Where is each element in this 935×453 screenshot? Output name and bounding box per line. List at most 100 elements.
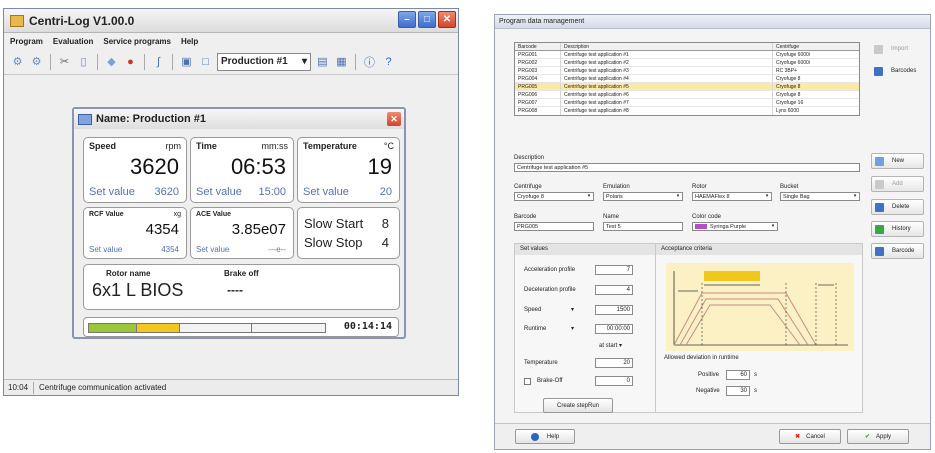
- rotor-label: Rotor name: [106, 269, 151, 278]
- brake-value: ----: [227, 283, 243, 297]
- speed-set-label: Set value: [89, 186, 135, 198]
- centrifuge-icon[interactable]: ⚙: [10, 54, 25, 69]
- maximize-button[interactable]: □: [418, 11, 436, 28]
- table-header: Barcode Description Centrifuge: [515, 43, 859, 51]
- help-icon[interactable]: ?: [381, 54, 396, 69]
- info-icon[interactable]: ⓘ: [362, 54, 377, 69]
- centrifuge-select[interactable]: Cryofuge 8 ▾: [514, 192, 594, 201]
- history-label: History: [892, 226, 911, 232]
- tools-icon[interactable]: ✂: [57, 54, 72, 69]
- negative-unit: s: [754, 388, 757, 394]
- cell: Cryofuge 6000i: [776, 60, 810, 66]
- rotor-panel: Rotor name 6x1 L BIOS Brake off ----: [83, 264, 400, 310]
- rotor-label: Rotor: [692, 184, 707, 190]
- cell: PRG004: [515, 75, 561, 82]
- minimize-button[interactable]: –: [398, 11, 416, 28]
- cell: Cryofuge 8: [776, 76, 801, 82]
- color-code-select[interactable]: Syringa Purple ▾: [692, 222, 778, 231]
- cell: Cryofuge 8: [776, 84, 801, 90]
- production-dialog: Name: Production #1 ✕ Speed rpm 3620 Set …: [72, 107, 406, 339]
- barcode-button[interactable]: Barcode: [871, 243, 924, 259]
- production-select[interactable]: Production #1 ▾: [217, 52, 311, 71]
- rotor-select[interactable]: HAEMAFlex 8 ▾: [692, 192, 772, 201]
- positive-field[interactable]: 60: [726, 370, 750, 380]
- create-steprun-button[interactable]: Create stepRun: [543, 398, 613, 413]
- edit-icon[interactable]: ▤: [315, 54, 330, 69]
- start-icon[interactable]: ◆: [104, 54, 119, 69]
- history-icon: [875, 224, 884, 234]
- table-row[interactable]: PRG003 Centrifuge test application #3 RC 3…: [515, 67, 859, 75]
- display-icon[interactable]: □: [198, 54, 213, 69]
- history-button[interactable]: History: [871, 221, 924, 237]
- centrifuge-multi-icon[interactable]: ⚙: [29, 54, 44, 69]
- menu-program[interactable]: Program: [10, 37, 43, 46]
- chevron-down-icon: ▾: [765, 193, 769, 199]
- curve-icon[interactable]: ∫: [151, 54, 166, 69]
- bucket-select[interactable]: Single Bag ▾: [780, 192, 860, 201]
- cell: PRG008: [515, 107, 561, 115]
- positive-unit: s: [754, 372, 757, 378]
- negative-field[interactable]: 30: [726, 386, 750, 396]
- program-data-window: Program data management Barcode Descript…: [494, 14, 931, 450]
- centrifuge-label: Centrifuge: [514, 184, 542, 190]
- column-header[interactable]: Description: [561, 43, 773, 50]
- run-progress-bar: [88, 323, 326, 333]
- name-field[interactable]: Test 5: [603, 222, 683, 231]
- chevron-down-icon[interactable]: ▾: [571, 325, 574, 332]
- temperature-value: 19: [367, 154, 392, 179]
- status-time: 10:04: [8, 383, 29, 392]
- cell: Cryofuge 6000i: [776, 52, 810, 58]
- speed-label: Speed: [524, 307, 542, 313]
- window-title: Program data management: [495, 15, 930, 29]
- table-row[interactable]: PRG007 Centrifuge test application #7 Cryo…: [515, 99, 859, 107]
- chevron-down-icon: ▾: [771, 223, 775, 229]
- temperature-set-value: 20: [379, 186, 392, 198]
- menu-service-programs[interactable]: Service programs: [103, 37, 171, 46]
- barcode-field[interactable]: PRG005: [514, 222, 594, 231]
- runtime-field[interactable]: 00:00:00: [595, 324, 633, 334]
- table-row[interactable]: PRG006 Centrifuge test application #6 Cryo…: [515, 91, 859, 99]
- table-row[interactable]: PRG002 Centrifuge test application #2 Cryo…: [515, 59, 859, 67]
- column-header[interactable]: Barcode: [515, 43, 561, 50]
- report-icon[interactable]: ▦: [334, 54, 349, 69]
- brake-off-field[interactable]: 0: [595, 376, 633, 386]
- brake-off-checkbox[interactable]: [524, 378, 531, 385]
- menu-evaluation[interactable]: Evaluation: [53, 37, 93, 46]
- description-field[interactable]: Centrifuge test application #5: [514, 163, 860, 172]
- barcode-label: Barcode: [892, 248, 915, 254]
- dialog-close-button[interactable]: ✕: [387, 112, 401, 126]
- deceleration-field[interactable]: 4: [595, 285, 633, 295]
- chevron-down-icon[interactable]: ▾: [571, 306, 574, 313]
- new-button[interactable]: New: [871, 153, 924, 169]
- stop-icon[interactable]: ●: [123, 54, 138, 69]
- clipboard-icon[interactable]: ▯: [76, 54, 91, 69]
- barcodes-label: Barcodes: [891, 68, 917, 74]
- speed-field[interactable]: 1500: [595, 305, 633, 315]
- delete-button[interactable]: Delete: [871, 199, 924, 215]
- centrifuge-value: Cryofuge 8: [517, 194, 544, 200]
- import-button[interactable]: Import: [871, 41, 924, 57]
- temperature-set-label: Set value: [303, 186, 349, 198]
- emulation-select[interactable]: Polaris ▾: [603, 192, 683, 201]
- table-row[interactable]: PRG008 Centrifuge test application #8 Lynx…: [515, 107, 859, 115]
- close-button[interactable]: ✕: [438, 11, 456, 28]
- import-icon: [874, 44, 883, 54]
- menu-help[interactable]: Help: [181, 37, 198, 46]
- barcodes-button[interactable]: Barcodes: [871, 63, 924, 79]
- column-header[interactable]: Centrifuge: [773, 43, 859, 50]
- apply-button[interactable]: ✔ Apply: [847, 429, 909, 444]
- set-values-title: Set values: [515, 244, 661, 255]
- cancel-button[interactable]: ✖ Cancel: [779, 429, 841, 444]
- table-row-selected[interactable]: PRG005 Centrifuge test application #5 Cryo…: [515, 83, 859, 91]
- at-start-select[interactable]: at start ▾: [599, 342, 622, 349]
- help-button[interactable]: Help: [515, 429, 575, 444]
- window-icon[interactable]: ▣: [179, 54, 194, 69]
- table-row[interactable]: PRG001 Centrifuge test application #1 Cryo…: [515, 51, 859, 59]
- rcf-set-label: Set value: [89, 245, 123, 254]
- temperature-field[interactable]: 20: [595, 358, 633, 368]
- add-button[interactable]: Add: [871, 176, 924, 192]
- acceleration-field[interactable]: 7: [595, 265, 633, 275]
- runtime-label: Runtime: [524, 326, 547, 332]
- cell: Centrifuge test application #3: [561, 67, 773, 74]
- table-row[interactable]: PRG004 Centrifuge test application #4 Cryo…: [515, 75, 859, 83]
